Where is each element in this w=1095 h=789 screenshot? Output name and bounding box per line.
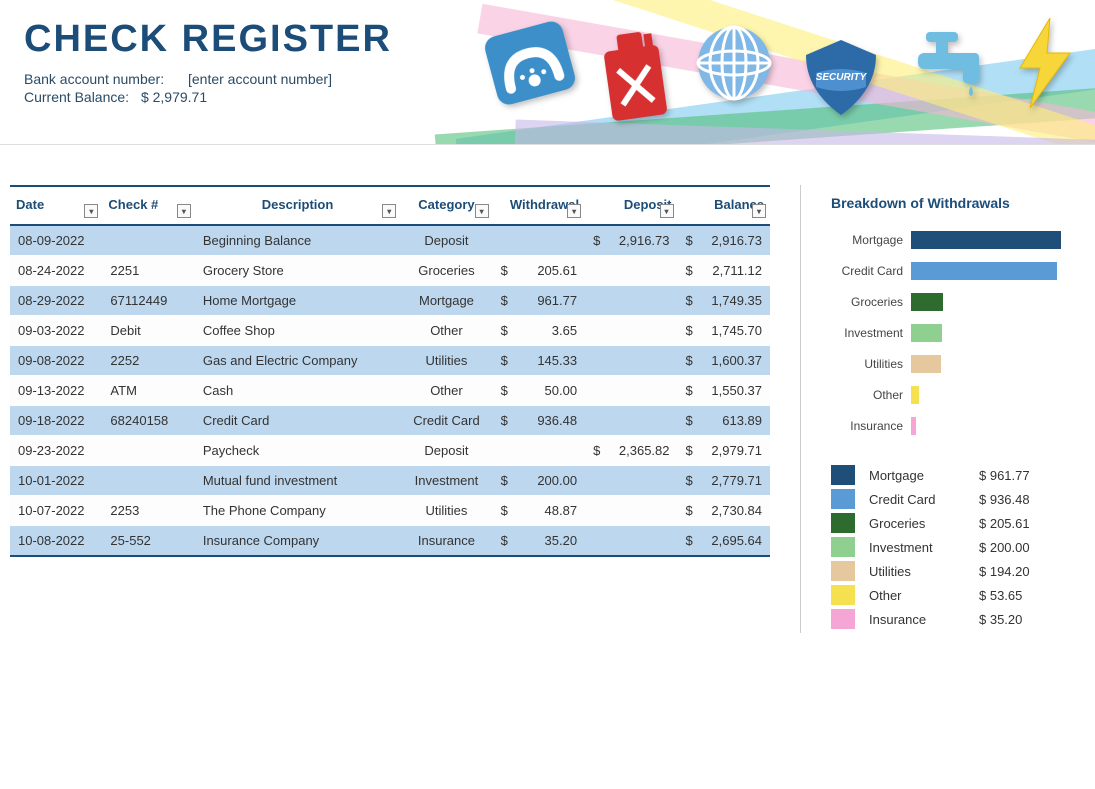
faucet-icon bbox=[908, 28, 993, 98]
table-row[interactable]: 08-09-2022Beginning BalanceDeposit$2,916… bbox=[10, 225, 770, 256]
table-row[interactable]: 09-03-2022DebitCoffee ShopOther$3.65$1,7… bbox=[10, 316, 770, 346]
chart-bar bbox=[911, 355, 941, 373]
chart-category-label: Investment bbox=[831, 326, 911, 340]
legend-value: $ 53.65 bbox=[979, 588, 1049, 603]
legend-swatch bbox=[831, 513, 855, 533]
table-row[interactable]: 10-07-20222253The Phone CompanyUtilities… bbox=[10, 496, 770, 526]
legend-row: Insurance$ 35.20 bbox=[831, 609, 1085, 629]
legend-value: $ 194.20 bbox=[979, 564, 1049, 579]
col-header-description: Description▾ bbox=[195, 186, 400, 225]
chart-bar bbox=[911, 386, 919, 404]
withdrawals-bar-chart: Mortgage Credit Card Groceries Investment Ut… bbox=[831, 231, 1085, 435]
withdrawals-legend: Mortgage$ 961.77Credit Card$ 936.48Groce… bbox=[831, 465, 1085, 629]
table-row[interactable]: 09-08-20222252Gas and Electric CompanyUt… bbox=[10, 346, 770, 376]
legend-swatch bbox=[831, 465, 855, 485]
legend-name: Other bbox=[869, 588, 979, 603]
filter-check-button[interactable]: ▾ bbox=[177, 204, 191, 218]
phone-icon bbox=[476, 12, 584, 113]
legend-swatch bbox=[831, 609, 855, 629]
legend-value: $ 205.61 bbox=[979, 516, 1049, 531]
table-row[interactable]: 08-29-202267112449Home MortgageMortgage$… bbox=[10, 286, 770, 316]
col-header-date: Date▾ bbox=[10, 186, 102, 225]
table-row[interactable]: 10-01-2022Mutual fund investmentInvestme… bbox=[10, 466, 770, 496]
chart-bar bbox=[911, 417, 916, 435]
legend-row: Credit Card$ 936.48 bbox=[831, 489, 1085, 509]
legend-name: Insurance bbox=[869, 612, 979, 627]
account-number-field[interactable]: [enter account number] bbox=[176, 71, 332, 87]
chart-category-label: Mortgage bbox=[831, 233, 911, 247]
legend-swatch bbox=[831, 561, 855, 581]
security-label: SECURITY bbox=[796, 72, 886, 83]
legend-row: Other$ 53.65 bbox=[831, 585, 1085, 605]
legend-row: Groceries$ 205.61 bbox=[831, 513, 1085, 533]
table-row[interactable]: 08-24-20222251Grocery StoreGroceries$205… bbox=[10, 256, 770, 286]
legend-swatch bbox=[831, 489, 855, 509]
filter-category-button[interactable]: ▾ bbox=[475, 204, 489, 218]
current-balance-label: Current Balance: bbox=[24, 89, 129, 105]
chart-category-label: Groceries bbox=[831, 295, 911, 309]
filter-withdrawal-button[interactable]: ▾ bbox=[567, 204, 581, 218]
chart-category-label: Credit Card bbox=[831, 264, 911, 278]
globe-icon bbox=[694, 23, 774, 103]
legend-name: Utilities bbox=[869, 564, 979, 579]
table-row[interactable]: 09-23-2022PaycheckDeposit$2,365.82$2,979… bbox=[10, 436, 770, 466]
chart-row: Mortgage bbox=[831, 231, 1085, 249]
filter-balance-button[interactable]: ▾ bbox=[752, 204, 766, 218]
filter-deposit-button[interactable]: ▾ bbox=[660, 204, 674, 218]
legend-value: $ 961.77 bbox=[979, 468, 1049, 483]
filter-description-button[interactable]: ▾ bbox=[382, 204, 396, 218]
legend-row: Mortgage$ 961.77 bbox=[831, 465, 1085, 485]
chart-row: Groceries bbox=[831, 293, 1085, 311]
chart-row: Utilities bbox=[831, 355, 1085, 373]
chart-row: Investment bbox=[831, 324, 1085, 342]
current-balance-value: $ 2,979.71 bbox=[141, 89, 207, 105]
legend-swatch bbox=[831, 585, 855, 605]
chart-bar bbox=[911, 262, 1057, 280]
chart-row: Other bbox=[831, 386, 1085, 404]
col-header-check: Check #▾ bbox=[102, 186, 194, 225]
chart-bar bbox=[911, 231, 1061, 249]
chart-title: Breakdown of Withdrawals bbox=[831, 195, 1085, 211]
legend-name: Mortgage bbox=[869, 468, 979, 483]
legend-swatch bbox=[831, 537, 855, 557]
page-title: CHECK REGISTER bbox=[24, 18, 392, 61]
legend-name: Credit Card bbox=[869, 492, 979, 507]
table-row[interactable]: 09-18-202268240158Credit CardCredit Card… bbox=[10, 406, 770, 436]
legend-row: Investment$ 200.00 bbox=[831, 537, 1085, 557]
legend-value: $ 936.48 bbox=[979, 492, 1049, 507]
table-row[interactable]: 09-13-2022ATMCashOther$50.00$1,550.37 bbox=[10, 376, 770, 406]
legend-row: Utilities$ 194.20 bbox=[831, 561, 1085, 581]
legend-name: Groceries bbox=[869, 516, 979, 531]
chart-category-label: Utilities bbox=[831, 357, 911, 371]
col-header-withdrawal: Withdrawal▾ bbox=[493, 186, 585, 225]
chart-bar bbox=[911, 324, 942, 342]
legend-value: $ 200.00 bbox=[979, 540, 1049, 555]
filter-date-button[interactable]: ▾ bbox=[84, 204, 98, 218]
account-number-label: Bank account number: bbox=[24, 71, 164, 87]
col-header-category: Category▾ bbox=[400, 186, 492, 225]
table-row[interactable]: 10-08-202225-552Insurance CompanyInsuran… bbox=[10, 526, 770, 557]
chart-bar bbox=[911, 293, 943, 311]
gas-can-icon bbox=[591, 23, 678, 128]
breakdown-panel: Breakdown of Withdrawals Mortgage Credit … bbox=[800, 185, 1085, 633]
col-header-deposit: Deposit▾ bbox=[585, 186, 677, 225]
lightning-icon bbox=[1015, 18, 1075, 108]
legend-name: Investment bbox=[869, 540, 979, 555]
chart-category-label: Insurance bbox=[831, 419, 911, 433]
chart-row: Insurance bbox=[831, 417, 1085, 435]
register-table-panel: Date▾ Check #▾ Description▾ Category▾ Wi… bbox=[10, 185, 770, 633]
header-banner: CHECK REGISTER Bank account number: [ent… bbox=[0, 0, 1095, 145]
chart-category-label: Other bbox=[831, 388, 911, 402]
register-table: Date▾ Check #▾ Description▾ Category▾ Wi… bbox=[10, 185, 770, 557]
chart-row: Credit Card bbox=[831, 262, 1085, 280]
legend-value: $ 35.20 bbox=[979, 612, 1049, 627]
col-header-balance: Balance▾ bbox=[678, 186, 771, 225]
